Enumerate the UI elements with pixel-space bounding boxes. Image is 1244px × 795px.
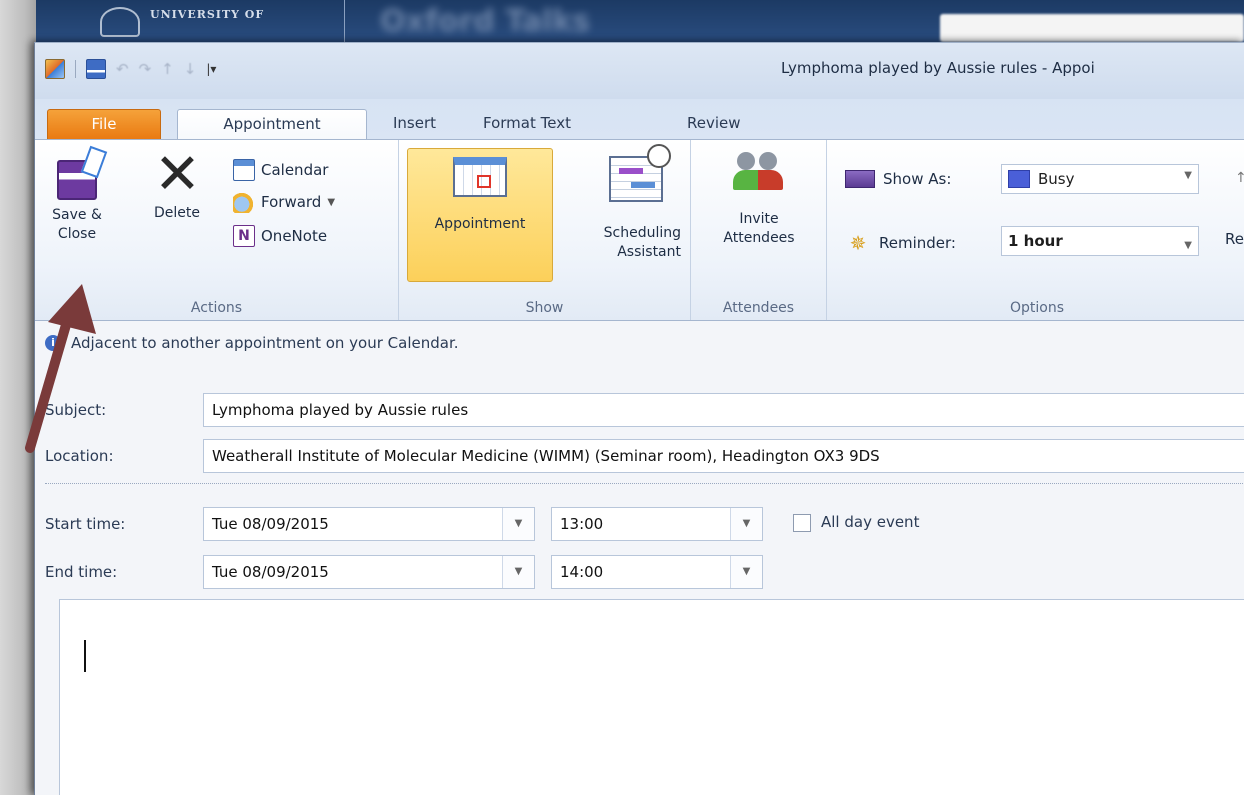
blurred-site-title: Oxford Talks: [380, 4, 591, 39]
show-as-dropdown[interactable]: Busy ▼: [1001, 164, 1199, 194]
appointment-view-label: Appointment: [434, 216, 526, 232]
reminder-bell-icon: ✵: [849, 231, 867, 255]
all-day-label[interactable]: All day event: [821, 513, 919, 531]
appointment-body-editor[interactable]: [59, 599, 1244, 795]
onenote-icon: N: [233, 225, 255, 247]
chevron-down-icon[interactable]: ▼: [502, 556, 534, 588]
scheduling-assistant-button[interactable]: Scheduling Assistant: [557, 144, 681, 262]
window-title: Lymphoma played by Aussie rules - Appoi: [781, 59, 1095, 77]
subject-input[interactable]: Lymphoma played by Aussie rules: [203, 393, 1244, 427]
qat-separator: [75, 60, 76, 78]
qat-customize-button[interactable]: |▾: [206, 62, 216, 76]
chevron-down-icon[interactable]: ▼: [502, 508, 534, 540]
busy-color-swatch: [1008, 170, 1030, 188]
save-close-icon: [57, 160, 97, 200]
calendar-label: Calendar: [261, 161, 329, 179]
onenote-label: OneNote: [261, 227, 328, 245]
ribbon-group-options: Show As: Busy ▼ ↑ ✵ Reminder: 1 hour ▼ R…: [827, 140, 1244, 320]
form-separator: [45, 483, 1244, 484]
text-cursor: [84, 640, 86, 672]
invite-people-icon: [733, 152, 785, 198]
tab-review[interactable]: Review: [675, 109, 753, 139]
university-seal-icon: [100, 7, 140, 37]
show-as-label: Show As:: [845, 170, 951, 188]
appointment-view-button[interactable]: Appointment: [407, 148, 553, 282]
group-label-options: Options: [1009, 300, 1065, 316]
chevron-down-icon: ▼: [1184, 170, 1192, 181]
start-date-picker[interactable]: Tue 08/09/2015 ▼: [203, 507, 535, 541]
calendar-icon: [233, 159, 255, 181]
start-time-label: Start time:: [45, 515, 126, 533]
recurrence-button-partial[interactable]: Rec: [1225, 230, 1244, 248]
forward-label: Forward: [261, 193, 322, 211]
end-time-picker[interactable]: 14:00 ▼: [551, 555, 763, 589]
chevron-down-icon: ▼: [1184, 240, 1192, 251]
delete-x-icon: ✕: [154, 142, 201, 207]
start-date-value: Tue 08/09/2015: [212, 515, 329, 533]
reminder-text: Reminder:: [879, 234, 956, 252]
end-time-value: 14:00: [560, 563, 604, 581]
ribbon-group-show: Appointment Scheduling Assistant Show: [399, 140, 691, 320]
ribbon: Save & Close ✕ Delete Calendar Forward ▼…: [35, 139, 1244, 321]
university-name: UNIVERSITY OF: [150, 8, 265, 21]
forward-button[interactable]: Forward ▼: [233, 188, 335, 216]
scheduling-assistant-label: Scheduling Assistant: [603, 225, 681, 260]
delete-button[interactable]: ✕ Delete: [145, 142, 209, 223]
calendar-grid-icon: [453, 157, 507, 197]
info-bar: i Adjacent to another appointment on you…: [35, 323, 1244, 363]
subject-label: Subject:: [45, 401, 107, 419]
show-as-text: Show As:: [883, 170, 952, 188]
save-icon[interactable]: [86, 59, 106, 79]
info-icon: i: [45, 335, 61, 351]
header-divider: [344, 0, 345, 42]
appointment-window: ↶ ↷ ↑ ↓ |▾ Lymphoma played by Aussie rul…: [34, 42, 1244, 795]
scheduling-clock-icon: [609, 144, 671, 202]
onenote-button[interactable]: N OneNote: [233, 222, 327, 250]
reminder-dropdown[interactable]: 1 hour ▼: [1001, 226, 1199, 256]
reminder-label: ✵ Reminder:: [845, 230, 956, 256]
forward-icon: [233, 191, 255, 213]
options-partial-icon: ↑: [1235, 170, 1244, 186]
save-close-label: Save & Close: [52, 207, 102, 242]
title-bar-blur: [295, 47, 755, 87]
background-left-edge: [0, 0, 36, 795]
tab-format-text[interactable]: Format Text: [471, 109, 583, 139]
reminder-value: 1 hour: [1008, 232, 1063, 250]
calendar-button[interactable]: Calendar: [233, 156, 328, 184]
tab-file[interactable]: File: [47, 109, 161, 139]
ribbon-group-actions: Save & Close ✕ Delete Calendar Forward ▼…: [35, 140, 399, 320]
chevron-down-icon: ▼: [327, 196, 336, 208]
location-input[interactable]: Weatherall Institute of Molecular Medici…: [203, 439, 1244, 473]
ribbon-tabs: File Appointment Insert Format Text Revi…: [35, 99, 1244, 140]
save-close-button[interactable]: Save & Close: [47, 152, 107, 244]
invite-attendees-button[interactable]: Invite Attendees: [703, 152, 815, 248]
show-as-icon: [845, 170, 875, 188]
group-label-actions: Actions: [190, 300, 243, 316]
all-day-checkbox[interactable]: [793, 514, 811, 532]
info-message: Adjacent to another appointment on your …: [71, 334, 459, 352]
group-label-attendees: Attendees: [722, 300, 795, 316]
location-label: Location:: [45, 447, 114, 465]
previous-item-icon[interactable]: ↑: [161, 60, 174, 78]
show-as-value: Busy: [1038, 170, 1075, 188]
start-time-picker[interactable]: 13:00 ▼: [551, 507, 763, 541]
invite-attendees-label: Invite Attendees: [723, 211, 795, 246]
title-bar: ↶ ↷ ↑ ↓ |▾ Lymphoma played by Aussie rul…: [35, 43, 1244, 99]
group-label-show: Show: [525, 300, 564, 316]
quick-access-toolbar: ↶ ↷ ↑ ↓ |▾: [45, 57, 216, 81]
end-time-label: End time:: [45, 563, 118, 581]
redo-icon[interactable]: ↷: [139, 60, 152, 78]
next-item-icon[interactable]: ↓: [184, 60, 197, 78]
undo-icon[interactable]: ↶: [116, 60, 129, 78]
tab-appointment[interactable]: Appointment: [177, 109, 367, 140]
start-time-value: 13:00: [560, 515, 604, 533]
chevron-down-icon[interactable]: ▼: [730, 508, 762, 540]
end-date-picker[interactable]: Tue 08/09/2015 ▼: [203, 555, 535, 589]
ribbon-group-attendees: Invite Attendees Attendees: [691, 140, 827, 320]
end-date-value: Tue 08/09/2015: [212, 563, 329, 581]
appointment-app-icon[interactable]: [45, 59, 65, 79]
tab-insert[interactable]: Insert: [381, 109, 448, 139]
chevron-down-icon[interactable]: ▼: [730, 556, 762, 588]
background-search-box: [940, 14, 1244, 42]
